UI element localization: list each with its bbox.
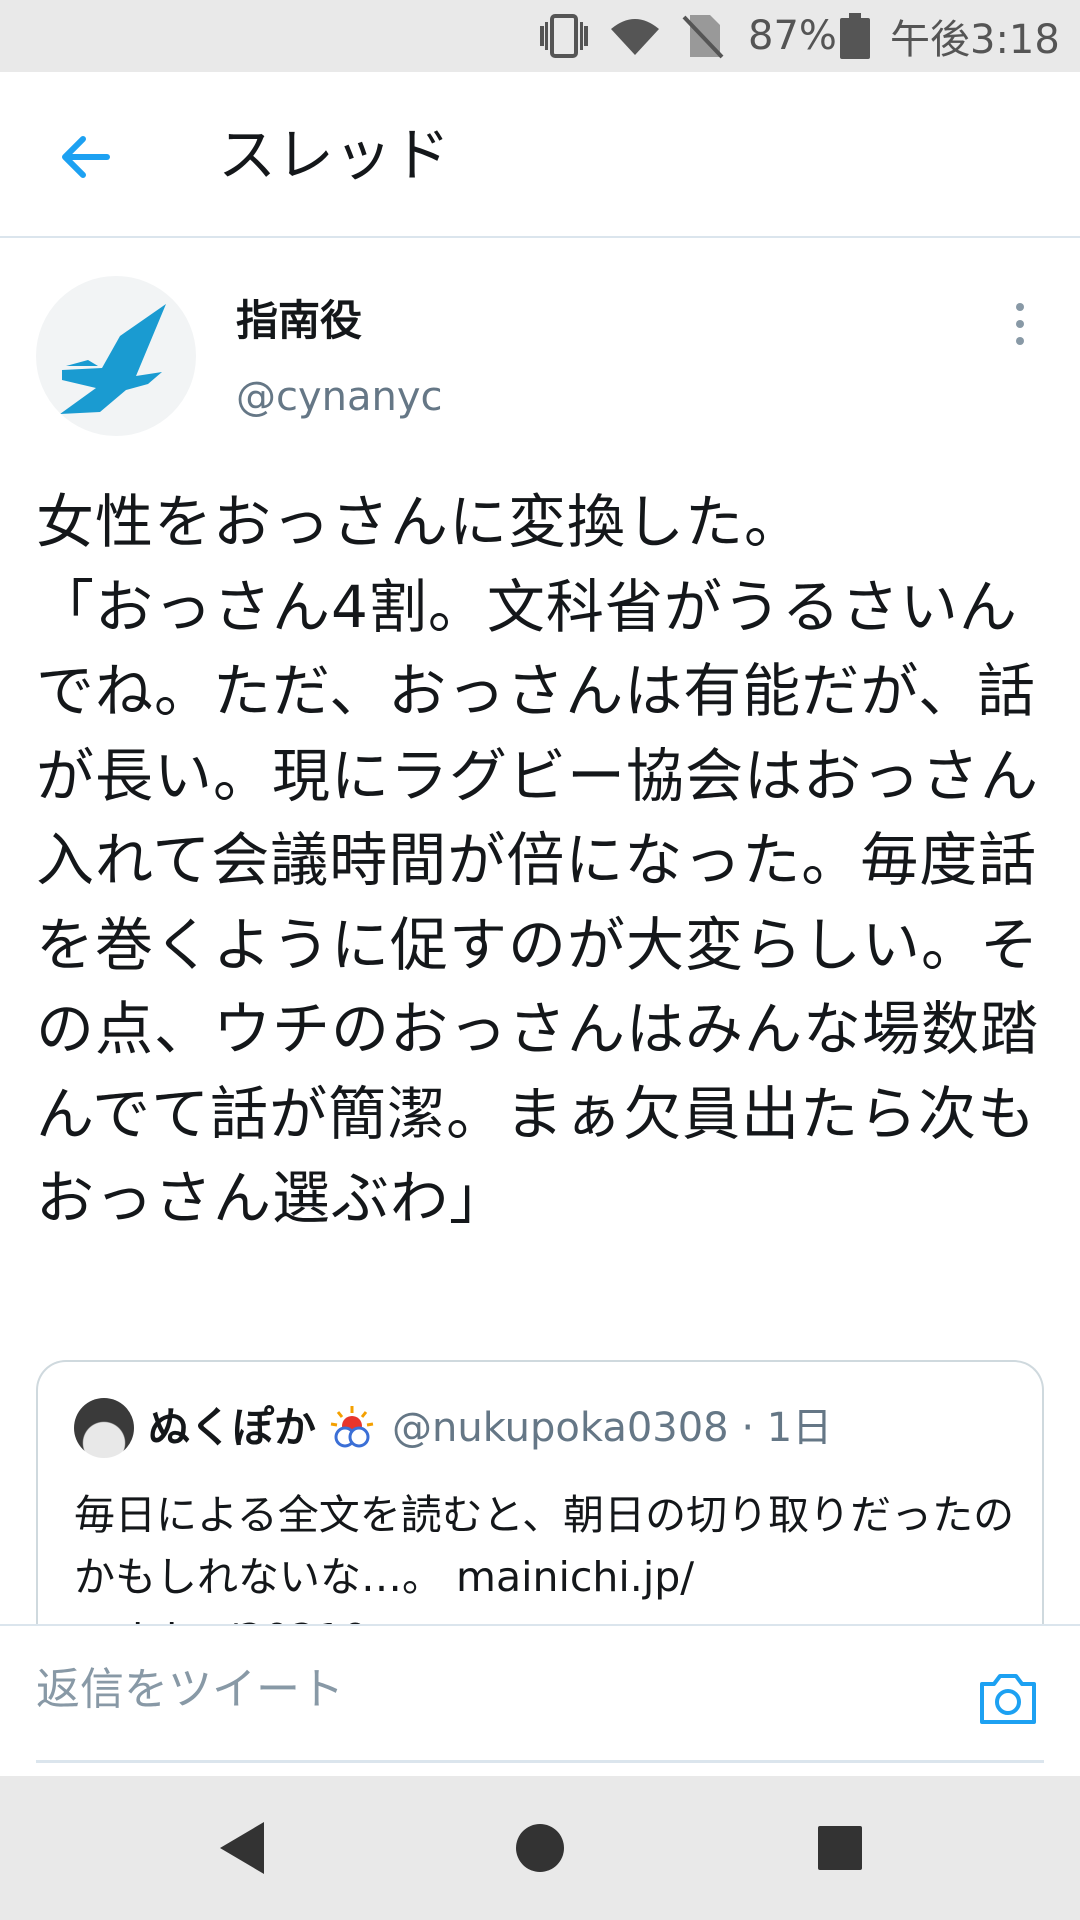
reply-underline	[36, 1760, 1044, 1763]
dot	[1016, 337, 1024, 345]
sun-behind-cloud-icon	[330, 1406, 374, 1448]
system-nav-bar	[0, 1776, 1080, 1920]
clock: 午後3:18	[890, 17, 1060, 63]
avatar[interactable]	[36, 276, 196, 436]
battery-icon	[840, 0, 870, 72]
battery-percent: 87%	[748, 13, 837, 59]
tweet-text: 女性をおっさんに変換した。 「おっさん4割。文科省がうるさいんでね。ただ、おっさ…	[36, 488, 1040, 1232]
separator: ·	[741, 1405, 755, 1451]
camera-icon[interactable]	[976, 1666, 1040, 1730]
no-sim-icon	[682, 0, 724, 72]
app-header: スレッド	[0, 72, 1080, 238]
author-handle[interactable]: @cynanyc	[236, 370, 443, 424]
nav-recents-icon[interactable]	[804, 1812, 876, 1884]
vibrate-icon	[536, 0, 592, 72]
more-vertical-icon[interactable]	[1000, 296, 1040, 352]
quoted-display-name: ぬくぽか	[148, 1403, 317, 1452]
quoted-tweet-card[interactable]: ぬくぽか @nukupoka0308 · 1日 毎日による全文を読むと、朝日の切…	[36, 1360, 1044, 1660]
nav-back-icon[interactable]	[206, 1812, 278, 1884]
page-title: スレッド	[218, 121, 451, 189]
status-bar: 87% 午後3:18	[0, 0, 1080, 72]
quoted-handle: @nukupoka0308	[392, 1405, 729, 1451]
back-arrow-icon[interactable]	[50, 122, 120, 192]
wifi-icon	[610, 0, 660, 72]
crane-logo-icon	[60, 304, 166, 414]
reply-bar: 返信をツイート	[0, 1624, 1080, 1776]
quoted-age: 1日	[766, 1405, 833, 1451]
author-display-name[interactable]: 指南役	[236, 294, 362, 348]
dot	[1016, 303, 1024, 311]
quoted-meta: @nukupoka0308 · 1日	[392, 1398, 832, 1458]
nav-home-icon[interactable]	[504, 1812, 576, 1884]
reply-input[interactable]: 返信をツイート	[36, 1662, 344, 1718]
quoted-avatar	[74, 1398, 134, 1458]
dot	[1016, 320, 1024, 328]
